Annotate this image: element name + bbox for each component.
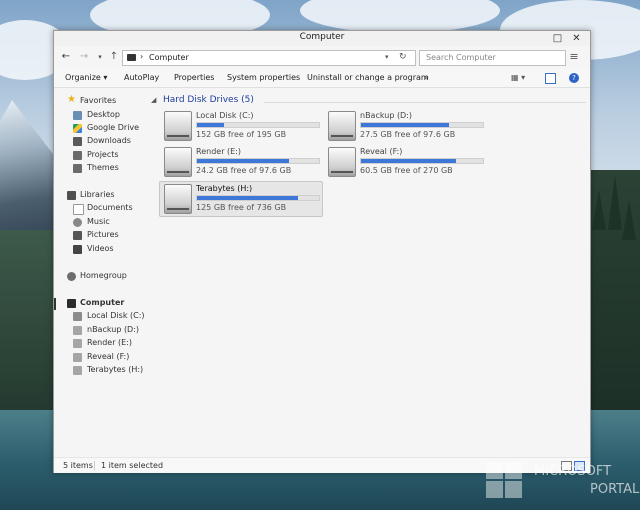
pictures-icon bbox=[73, 231, 82, 240]
watermark-line1: MICROSOFT bbox=[534, 464, 612, 479]
drive-icon bbox=[328, 111, 356, 141]
recent-locations-chevron-icon[interactable]: ▾ bbox=[94, 51, 106, 63]
drive-free-space: 27.5 GB free of 97.6 GB bbox=[360, 130, 456, 139]
collapse-arrow-icon[interactable]: ◢ bbox=[151, 96, 156, 104]
drive-usage-fill bbox=[361, 123, 449, 127]
forest bbox=[0, 230, 60, 415]
downloads-icon bbox=[73, 137, 82, 146]
back-button[interactable]: ← bbox=[60, 51, 72, 63]
properties-button[interactable]: Properties bbox=[174, 73, 214, 82]
watermark-line2: PORTAL bbox=[590, 482, 640, 497]
system-properties-button[interactable]: System properties bbox=[227, 73, 300, 82]
drive-tile[interactable]: nBackup (D:) 27.5 GB free of 97.6 GB bbox=[324, 109, 486, 143]
desktop-icon bbox=[73, 111, 82, 120]
status-divider bbox=[94, 461, 95, 470]
drive-icon bbox=[73, 312, 82, 321]
maximize-button[interactable]: □ bbox=[550, 32, 565, 45]
tree bbox=[622, 200, 636, 240]
organize-button[interactable]: Organize ▾ bbox=[65, 73, 107, 82]
drive-usage-bar bbox=[196, 195, 320, 201]
drive-usage-bar bbox=[196, 158, 320, 164]
autoplay-button[interactable]: AutoPlay bbox=[124, 73, 159, 82]
folder-icon bbox=[73, 151, 82, 160]
computer-icon bbox=[67, 299, 76, 308]
selected-count: 1 item selected bbox=[101, 461, 164, 470]
system-drive-icon bbox=[164, 111, 192, 141]
search-placeholder: Search Computer bbox=[426, 53, 496, 62]
view-options-icon[interactable]: ▦ ▾ bbox=[511, 73, 525, 82]
drive-name: Render (E:) bbox=[196, 147, 242, 156]
drive-tile[interactable]: Reveal (F:) 60.5 GB free of 270 GB bbox=[324, 145, 486, 179]
refresh-icon[interactable]: ↻ bbox=[399, 52, 407, 62]
drive-name: Reveal (F:) bbox=[360, 147, 403, 156]
drive-usage-bar bbox=[196, 122, 320, 128]
search-input[interactable]: Search Computer bbox=[419, 50, 566, 66]
drive-name: nBackup (D:) bbox=[360, 111, 413, 120]
group-divider bbox=[264, 102, 586, 103]
drive-free-space: 152 GB free of 195 GB bbox=[196, 130, 287, 139]
drive-icon bbox=[73, 326, 82, 335]
drive-tile[interactable]: Render (E:) 24.2 GB free of 97.6 GB bbox=[160, 145, 322, 179]
cloud bbox=[300, 0, 500, 33]
drive-icon bbox=[328, 147, 356, 177]
chevron-down-icon: ▾ bbox=[103, 73, 108, 82]
drive-usage-fill bbox=[197, 159, 289, 163]
drive-name: Local Disk (C:) bbox=[196, 111, 254, 120]
item-count: 5 items bbox=[63, 461, 93, 470]
windows-logo-icon bbox=[486, 462, 522, 498]
preview-pane-icon[interactable] bbox=[545, 73, 556, 84]
drive-tile[interactable]: Local Disk (C:) 152 GB free of 195 GB bbox=[160, 109, 322, 143]
title-bar[interactable]: Computer □ ✕ bbox=[54, 31, 590, 46]
content-pane: ◢ Hard Disk Drives (5) Local Disk (C:) 1… bbox=[151, 89, 586, 457]
drive-icon bbox=[73, 366, 82, 375]
breadcrumb-separator-icon: › bbox=[140, 52, 144, 61]
up-button[interactable]: ↑ bbox=[108, 51, 120, 63]
more-commands-button[interactable]: » bbox=[424, 73, 429, 82]
libraries-icon bbox=[67, 191, 76, 200]
drive-icon bbox=[73, 339, 82, 348]
tree bbox=[608, 175, 622, 230]
uninstall-button[interactable]: Uninstall or change a program bbox=[307, 73, 429, 82]
selection-marker bbox=[54, 298, 56, 310]
forward-button[interactable]: → bbox=[78, 51, 90, 63]
drive-icon bbox=[164, 184, 192, 214]
drive-usage-bar bbox=[360, 158, 484, 164]
drive-usage-fill bbox=[197, 123, 224, 127]
drive-icon bbox=[164, 147, 192, 177]
explorer-window: Computer □ ✕ ← → ▾ ↑ › Computer ▾ ↻ Sear… bbox=[53, 30, 591, 473]
drive-usage-fill bbox=[197, 196, 299, 200]
documents-icon bbox=[73, 204, 84, 215]
menu-icon[interactable]: ≡ bbox=[568, 51, 580, 63]
homegroup-icon bbox=[67, 272, 76, 281]
drive-usage-bar bbox=[360, 122, 484, 128]
group-header[interactable]: Hard Disk Drives (5) bbox=[163, 95, 254, 105]
window-title: Computer bbox=[299, 32, 345, 42]
drive-free-space: 60.5 GB free of 270 GB bbox=[360, 166, 453, 175]
drive-name: Terabytes (H:) bbox=[196, 184, 253, 193]
google-drive-icon bbox=[73, 124, 82, 133]
help-icon[interactable]: ? bbox=[569, 73, 579, 83]
address-row: ← → ▾ ↑ › Computer ▾ ↻ Search Computer ≡ bbox=[54, 48, 590, 68]
music-icon bbox=[73, 218, 82, 227]
navigation-pane: ★ Favorites Desktop Google Drive Downloa… bbox=[54, 89, 152, 457]
folder-icon bbox=[73, 164, 82, 173]
drive-free-space: 24.2 GB free of 97.6 GB bbox=[196, 166, 292, 175]
address-dropdown-icon[interactable]: ▾ bbox=[385, 53, 389, 61]
tree bbox=[592, 190, 606, 230]
mountain bbox=[0, 100, 60, 240]
drive-tile-selected[interactable]: Terabytes (H:) 125 GB free of 736 GB bbox=[159, 181, 323, 217]
star-icon: ★ bbox=[67, 94, 76, 105]
close-button[interactable]: ✕ bbox=[569, 32, 584, 45]
command-bar: Organize ▾ AutoPlay Properties System pr… bbox=[54, 69, 590, 88]
drive-usage-fill bbox=[361, 159, 457, 163]
computer-icon bbox=[127, 54, 136, 61]
breadcrumb-computer[interactable]: Computer bbox=[149, 53, 189, 62]
drive-icon bbox=[73, 353, 82, 362]
drive-free-space: 125 GB free of 736 GB bbox=[196, 203, 287, 212]
address-bar[interactable]: › Computer ▾ ↻ bbox=[122, 50, 416, 66]
videos-icon bbox=[73, 245, 82, 254]
